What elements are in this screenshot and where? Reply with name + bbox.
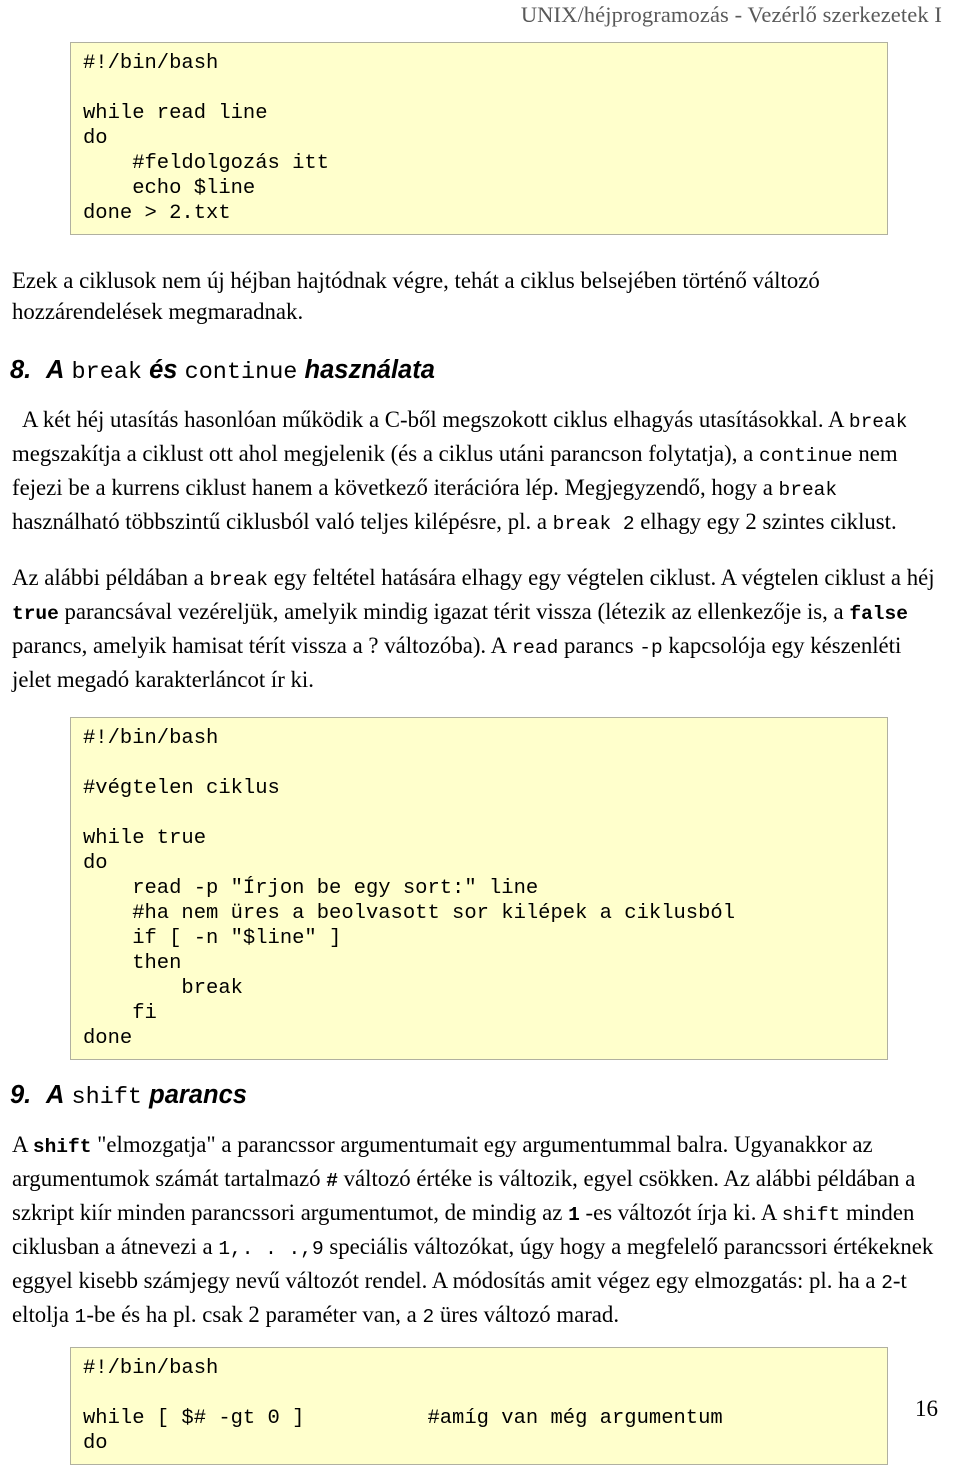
heading-8-number: 8. [10,356,32,384]
inline-code-hash: # [326,1170,338,1192]
paragraph-shift-command: A shift "elmozgatja" a parancssor argume… [0,1129,960,1333]
text-run: megszakítja a ciklust ott ahol megjeleni… [12,441,759,466]
text-run: -es változót írja ki. A [579,1200,782,1225]
inline-code-p-flag: -p [639,637,663,659]
text-run: üres változó marad. [434,1302,620,1327]
text-run: parancsával vezéreljük, amelyik mindig i… [58,599,850,624]
inline-code-shift-1: shift [32,1136,92,1158]
paragraph-infinite-loop: Az alábbi példában a break egy feltétel … [0,562,960,695]
inline-code-two-1: 2 [881,1272,893,1294]
inline-code-one-2: 1 [74,1306,87,1328]
paragraph-loops-subshell: Ezek a ciklusok nem új héjban hajtódnak … [12,268,820,324]
running-header: UNIX/héjprogramozás - Vezérlő szerkezete… [520,2,942,27]
heading-section-9: 9. A shift parancs [0,1078,960,1115]
inline-code-one: 1 [568,1204,580,1226]
code-block-shift-example: #!/bin/bash while [ $# -gt 0 ] #amíg van… [70,1347,888,1465]
text-run: A két héj utasítás hasonlóan működik a C… [22,407,849,432]
text-run: -be és ha pl. csak 2 paraméter van, a [86,1302,423,1327]
inline-code-break-2: break [778,479,838,501]
text-run: használható többszintű ciklusból való te… [12,509,553,534]
inline-code-var-range: 1,. . .,9 [218,1238,324,1260]
text-run: parancs [558,633,640,658]
heading-9-number: 9. [10,1081,32,1109]
document-page: UNIX/héjprogramozás - Vezérlő szerkezete… [0,0,960,1465]
paragraph-break-continue: A két héj utasítás hasonlóan működik a C… [0,404,960,540]
heading-8-word-c: használata [304,356,435,384]
inline-code-false: false [849,603,908,625]
inline-code-true: true [12,603,59,625]
code-block-infinite-loop: #!/bin/bash #végtelen ciklus while true … [70,717,888,1060]
text-run: egy feltétel hatására elhagy egy végtele… [268,565,935,590]
text-run: változóba). A [378,633,512,658]
heading-9-word-a: A [46,1081,65,1109]
heading-8-word-b: és [149,356,178,384]
inline-code-read: read [511,637,559,659]
inline-code-question: ? [368,633,379,658]
heading-8-break: break [71,359,143,386]
heading-8-word-a: A [46,356,65,384]
text-run: Az alábbi példában a [12,565,210,590]
text-run: A [12,1132,33,1157]
text-run: parancs, amelyik hamisat térít vissza a [12,633,369,658]
heading-8-continue: continue [184,359,298,386]
inline-code-two-2: 2 [422,1306,435,1328]
heading-9-word-b: parancs [149,1081,247,1109]
inline-code-break-3: break [209,569,268,591]
heading-9-shift: shift [71,1084,143,1111]
inline-code-break-2-level: break 2 [552,513,635,535]
heading-section-8: 8. A break és continue használata [0,353,960,390]
code-block-while-read: #!/bin/bash while read line do #feldolgo… [70,42,888,235]
inline-code-break-1: break [848,411,908,433]
page-content: #!/bin/bash while read line do #feldolgo… [0,42,960,1465]
text-run: elhagy egy 2 szintes ciklust. [634,509,897,534]
inline-code-continue: continue [759,445,853,467]
inline-code-shift-2: shift [781,1204,841,1226]
page-number: 16 [915,1396,938,1421]
